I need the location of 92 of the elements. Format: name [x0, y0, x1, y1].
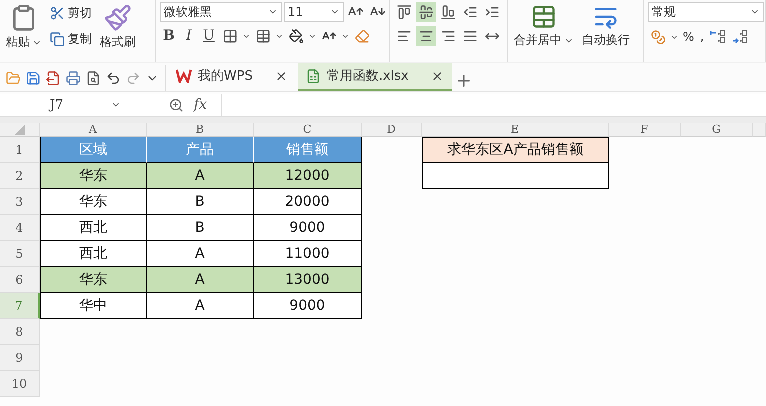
align-middle-icon — [418, 4, 434, 20]
paste-button[interactable]: 粘贴 — [4, 2, 44, 60]
close-icon — [274, 70, 288, 82]
column-title-cell: 销售额 — [254, 137, 362, 163]
percent-button[interactable]: % — [681, 26, 696, 48]
undo-icon — [106, 70, 121, 86]
table-cell: 华东 — [40, 163, 147, 189]
column-title-cell: 产品 — [147, 137, 254, 163]
column-title-cell: 区域 — [40, 137, 147, 163]
align-top-icon — [396, 4, 412, 20]
row-header[interactable]: 5 — [0, 241, 40, 267]
font-style-button[interactable]: I — [180, 26, 198, 46]
table-cell: A — [147, 163, 254, 189]
printer-icon — [66, 70, 81, 86]
comma-button[interactable]: , — [698, 26, 706, 48]
scissors-icon — [50, 6, 65, 20]
export-icon — [46, 70, 61, 86]
font-size-select[interactable]: 11 — [284, 2, 344, 22]
column-header[interactable]: B — [147, 123, 254, 137]
row-header[interactable]: 7 — [0, 293, 40, 319]
decrease-decimal-icon — [732, 29, 748, 45]
justify-icon — [462, 28, 478, 44]
align-left-icon — [396, 28, 412, 44]
save-icon — [26, 70, 41, 86]
copy-button[interactable]: 复制 — [48, 28, 94, 50]
borders-icon — [222, 28, 238, 44]
paint-bucket-icon — [288, 28, 304, 44]
table-cell: A — [147, 267, 254, 293]
outdent-icon — [462, 4, 478, 20]
row-header[interactable]: 2 — [0, 163, 40, 189]
function-label[interactable]: fx — [194, 97, 208, 113]
table-cell: 西北 — [40, 241, 147, 267]
align-right-icon — [440, 28, 456, 44]
coins-icon — [650, 30, 666, 44]
redo-icon — [126, 70, 141, 86]
format-painter-button[interactable]: 格式刷 — [98, 2, 138, 60]
align-bottom-icon — [440, 4, 456, 20]
spreadsheet-icon — [306, 68, 321, 84]
align-center-icon — [418, 28, 434, 44]
merge-cells-icon — [531, 4, 557, 30]
table-cell: 华中 — [40, 293, 147, 319]
merge-center-button[interactable]: 合并居中 — [512, 2, 576, 60]
number-format-select[interactable]: 常规 — [648, 2, 764, 22]
table-cell: 9000 — [254, 293, 362, 319]
font-name-select[interactable]: 微软雅黑 — [160, 2, 282, 22]
table-cell: B — [147, 189, 254, 215]
question-cell: 求华东区A产品销售额 — [422, 137, 609, 163]
table-cell: A — [147, 293, 254, 319]
wps-logo-icon — [176, 69, 192, 83]
column-header[interactable]: A — [40, 123, 147, 137]
table-cell: 11000 — [254, 241, 362, 267]
cut-button[interactable]: 剪切 — [48, 2, 94, 24]
wrap-text-button[interactable]: 自动换行 — [580, 2, 632, 60]
align-button[interactable] — [416, 26, 436, 46]
table-cell: B — [147, 215, 254, 241]
print-preview-icon — [86, 70, 101, 86]
table-cell: 9000 — [254, 215, 362, 241]
increase-decimal-icon — [710, 29, 726, 45]
column-header[interactable]: E — [422, 123, 609, 137]
row-header[interactable]: 4 — [0, 215, 40, 241]
table-cell: 华东 — [40, 189, 147, 215]
table-cell: 20000 — [254, 189, 362, 215]
document-tab[interactable]: 我的WPS — [168, 63, 296, 91]
column-header[interactable]: F — [609, 123, 681, 137]
eraser-icon — [354, 28, 370, 44]
zoom-icon — [169, 98, 184, 112]
table-cell: 西北 — [40, 215, 147, 241]
paintbrush-icon — [104, 4, 132, 32]
answer-cell[interactable] — [422, 163, 609, 189]
table-cell: A — [147, 241, 254, 267]
row-header[interactable]: 10 — [0, 371, 40, 397]
document-tab[interactable]: 常用函数.xlsx — [298, 63, 452, 91]
font-style-button[interactable]: B — [160, 26, 178, 46]
row-header[interactable]: 1 — [0, 137, 40, 163]
row-header[interactable]: 8 — [0, 319, 40, 345]
close-icon — [430, 70, 444, 82]
table-icon — [256, 28, 270, 44]
table-cell: 华东 — [40, 267, 147, 293]
table-cell: 12000 — [254, 163, 362, 189]
copy-icon — [50, 32, 65, 46]
indent-icon — [484, 4, 500, 20]
table-cell: 13000 — [254, 267, 362, 293]
row-header[interactable]: 9 — [0, 345, 40, 371]
row-header[interactable]: 6 — [0, 267, 40, 293]
row-header[interactable]: 3 — [0, 189, 40, 215]
column-header[interactable]: D — [362, 123, 422, 137]
align-button[interactable] — [416, 2, 436, 22]
folder-icon — [6, 70, 21, 86]
name-box[interactable]: J7 — [0, 95, 125, 115]
font-style-button[interactable]: U — [200, 26, 218, 46]
column-header[interactable]: G — [681, 123, 753, 137]
column-header[interactable]: C — [254, 123, 362, 137]
